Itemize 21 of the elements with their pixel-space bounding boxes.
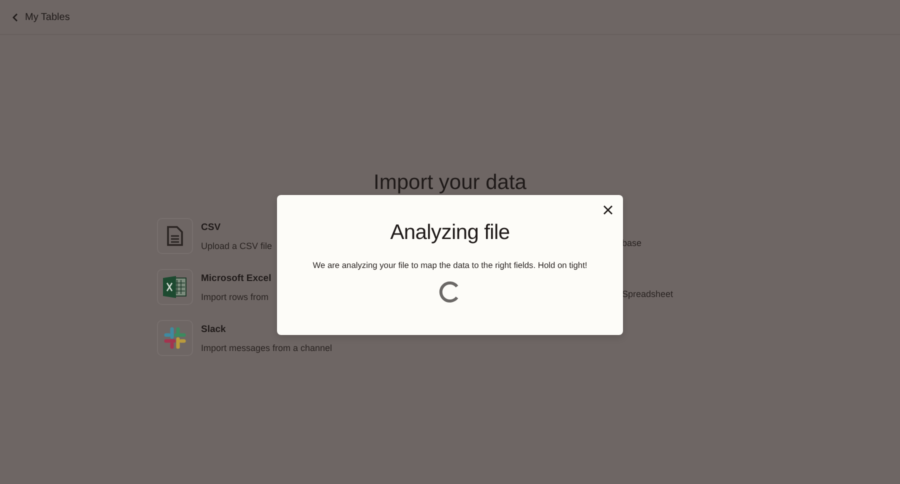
source-description: Import messages from a channel [201,343,332,353]
modal-title: Analyzing file [390,221,510,245]
source-description: Spreadsheet [622,289,674,299]
source-name: Slack [201,324,227,335]
page-heading: Import your data [372,171,528,195]
source-name: CSV [201,222,222,233]
source-description: Upload a CSV file [201,241,272,251]
close-button[interactable] [602,204,614,216]
hash-logo-icon [164,327,186,349]
chevron-left-icon [12,12,18,22]
back-button[interactable]: My Tables [12,12,70,22]
loading-spinner-icon [439,281,461,303]
document-icon [167,226,183,246]
source-icon-tile[interactable] [157,269,193,305]
source-icon-tile[interactable] [157,218,193,254]
modal-message: We are analyzing your file to map the data to the right fields. Hold on tight! [312,260,588,270]
source-icon-tile[interactable] [157,320,193,356]
close-icon [602,204,614,216]
source-description: Import rows from [201,292,270,302]
spreadsheet-logo-icon [163,276,187,298]
source-name: Microsoft Excel [201,273,272,284]
